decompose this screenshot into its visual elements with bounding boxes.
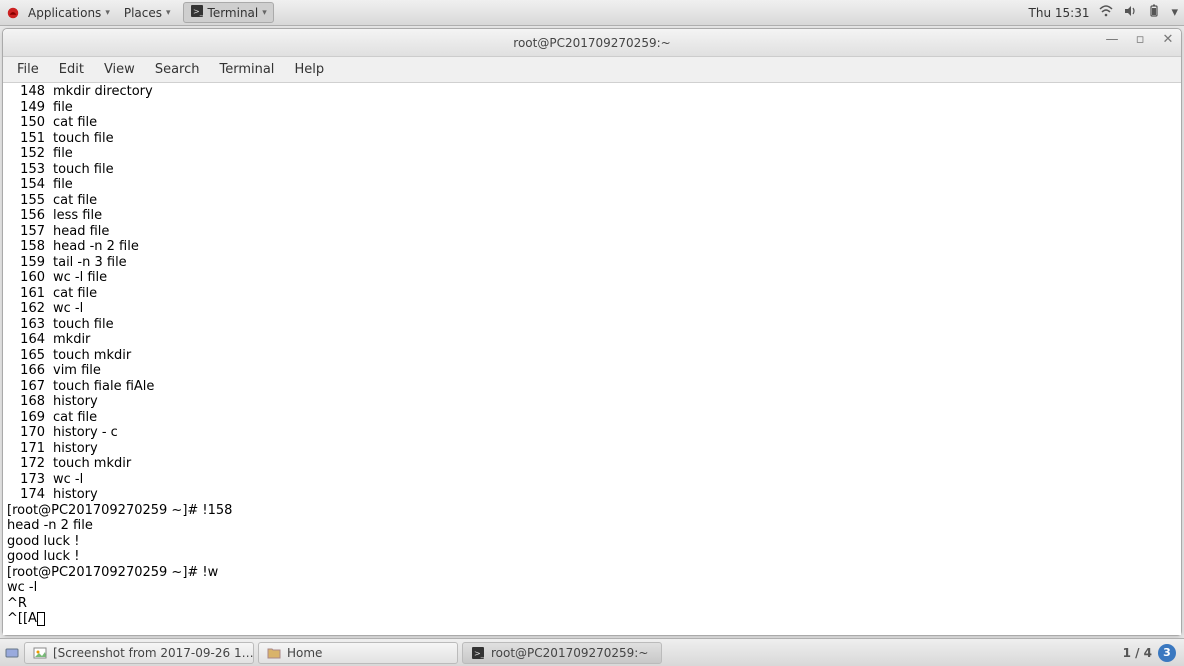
titlebar[interactable]: root@PC201709270259:~ — ▫ ✕ — [3, 29, 1181, 57]
chevron-down-icon: ▾ — [262, 8, 267, 18]
active-app-label: Terminal — [208, 6, 259, 20]
history-line: 171history — [7, 441, 1177, 457]
history-line: 173wc -l — [7, 472, 1177, 488]
history-line: 156less file — [7, 208, 1177, 224]
history-line: 163touch file — [7, 317, 1177, 333]
cursor — [37, 612, 45, 626]
history-line: 172touch mkdir — [7, 456, 1177, 472]
terminal-body[interactable]: 148mkdir directory149file150cat file151t… — [3, 83, 1181, 635]
history-line: 150cat file — [7, 115, 1177, 131]
history-line: 148mkdir directory — [7, 84, 1177, 100]
terminal-line: good luck ! — [7, 534, 1177, 550]
history-line: 149file — [7, 100, 1177, 116]
applications-label: Applications — [28, 6, 101, 20]
menu-file[interactable]: File — [9, 59, 47, 80]
history-line: 158head -n 2 file — [7, 239, 1177, 255]
terminal-icon: >_ — [190, 4, 204, 21]
history-line: 153touch file — [7, 162, 1177, 178]
task-label: [Screenshot from 2017-09-26 1… — [53, 646, 254, 660]
chevron-down-icon: ▾ — [166, 8, 171, 18]
menu-terminal[interactable]: Terminal — [211, 59, 282, 80]
terminal-cursor-line: ^[[A — [7, 611, 1177, 627]
menubar: File Edit View Search Terminal Help — [3, 57, 1181, 83]
active-app-indicator[interactable]: >_ Terminal ▾ — [183, 2, 274, 23]
applications-menu[interactable]: Applications ▾ — [22, 4, 116, 22]
task-label: Home — [287, 646, 322, 660]
history-line: 155cat file — [7, 193, 1177, 209]
history-line: 151touch file — [7, 131, 1177, 147]
task-screenshot[interactable]: [Screenshot from 2017-09-26 1… — [24, 642, 254, 664]
distro-icon — [6, 6, 20, 20]
workspace-indicator: 1 / 4 — [1123, 646, 1152, 660]
terminal-line: [root@PC201709270259 ~]# !w — [7, 565, 1177, 581]
battery-icon[interactable] — [1147, 4, 1161, 22]
top-panel: Applications ▾ Places ▾ >_ Terminal ▾ Th… — [0, 0, 1184, 26]
history-line: 164mkdir — [7, 332, 1177, 348]
wifi-icon[interactable] — [1099, 4, 1113, 22]
bottom-panel: [Screenshot from 2017-09-26 1… Home >_ r… — [0, 638, 1184, 666]
places-label: Places — [124, 6, 162, 20]
history-line: 152file — [7, 146, 1177, 162]
terminal-line: [root@PC201709270259 ~]# !158 — [7, 503, 1177, 519]
close-button[interactable]: ✕ — [1161, 32, 1175, 46]
history-line: 165touch mkdir — [7, 348, 1177, 364]
menu-search[interactable]: Search — [147, 59, 208, 80]
task-terminal[interactable]: >_ root@PC201709270259:~ — [462, 642, 662, 664]
history-line: 167touch fiale fiAle — [7, 379, 1177, 395]
folder-icon — [267, 646, 281, 660]
terminal-line: head -n 2 file — [7, 518, 1177, 534]
terminal-icon: >_ — [471, 646, 485, 660]
history-line: 174history — [7, 487, 1177, 503]
task-home[interactable]: Home — [258, 642, 458, 664]
menu-edit[interactable]: Edit — [51, 59, 92, 80]
terminal-line: good luck ! — [7, 549, 1177, 565]
notification-badge[interactable]: 3 — [1158, 644, 1176, 662]
history-line: 157head file — [7, 224, 1177, 240]
svg-text:>_: >_ — [193, 7, 204, 16]
history-line: 154file — [7, 177, 1177, 193]
window-title: root@PC201709270259:~ — [513, 36, 670, 50]
history-line: 169cat file — [7, 410, 1177, 426]
image-icon — [33, 646, 47, 660]
history-line: 159tail -n 3 file — [7, 255, 1177, 271]
menu-view[interactable]: View — [96, 59, 143, 80]
history-line: 170history - c — [7, 425, 1177, 441]
clock[interactable]: Thu 15:31 — [1029, 6, 1090, 20]
svg-text:>_: >_ — [474, 649, 485, 658]
minimize-button[interactable]: — — [1105, 32, 1119, 46]
history-line: 162wc -l — [7, 301, 1177, 317]
workspace-pager[interactable]: 1 / 4 3 — [1123, 644, 1184, 662]
history-line: 161cat file — [7, 286, 1177, 302]
maximize-button[interactable]: ▫ — [1133, 32, 1147, 46]
history-line: 160wc -l file — [7, 270, 1177, 286]
system-menu[interactable]: ▾ — [1171, 5, 1178, 20]
task-label: root@PC201709270259:~ — [491, 646, 648, 660]
terminal-line: wc -l — [7, 580, 1177, 596]
terminal-line: ^R — [7, 596, 1177, 612]
volume-icon[interactable] — [1123, 4, 1137, 22]
history-line: 166vim file — [7, 363, 1177, 379]
places-menu[interactable]: Places ▾ — [118, 4, 177, 22]
show-desktop-button[interactable] — [0, 646, 20, 660]
history-line: 168history — [7, 394, 1177, 410]
terminal-window: root@PC201709270259:~ — ▫ ✕ File Edit Vi… — [2, 28, 1182, 636]
menu-help[interactable]: Help — [286, 59, 332, 80]
chevron-down-icon: ▾ — [105, 8, 110, 18]
